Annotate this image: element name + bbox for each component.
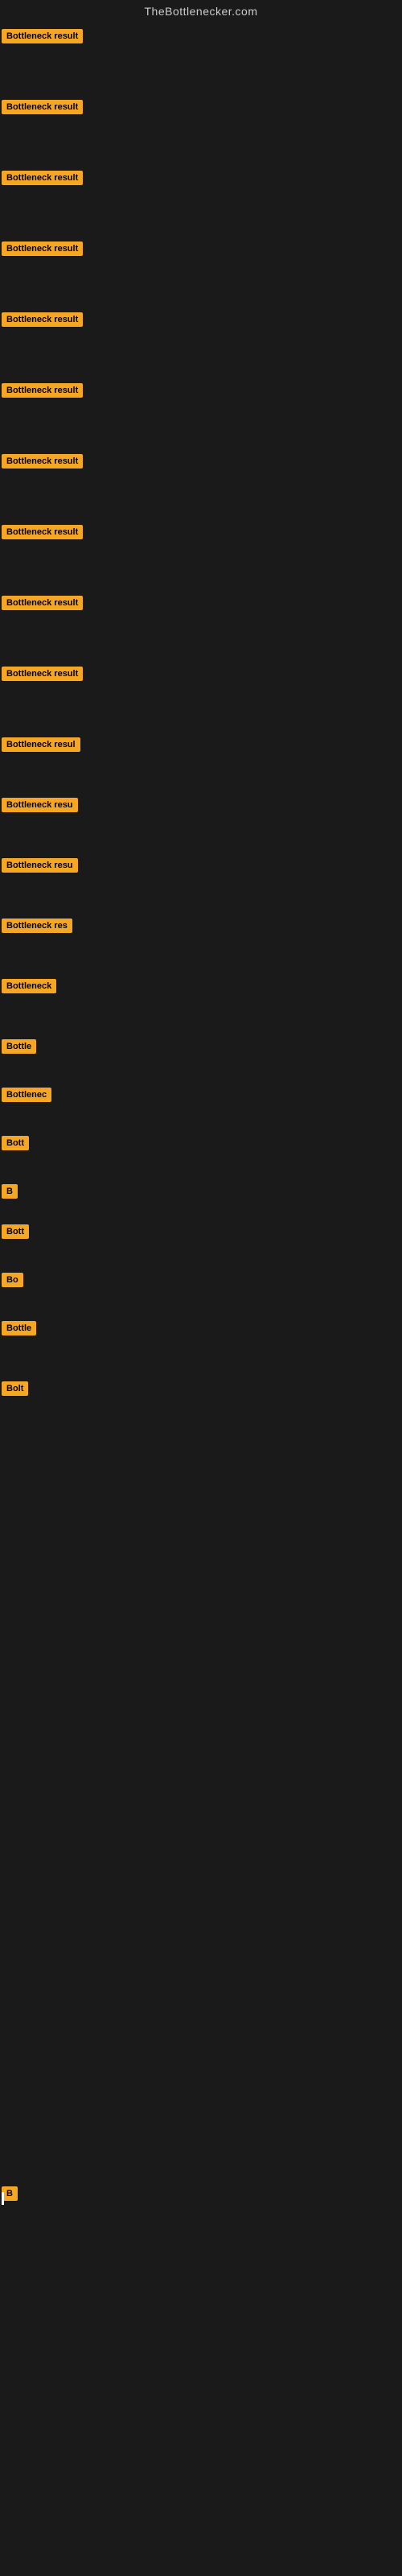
list-item: Bottle bbox=[0, 1313, 402, 1373]
list-item: Bottleneck bbox=[0, 971, 402, 1031]
bottleneck-badge[interactable]: Bottleneck resu bbox=[2, 858, 78, 873]
list-item: Bottleneck result bbox=[0, 517, 402, 588]
list-item: B bbox=[0, 2178, 402, 2219]
bottleneck-badge[interactable]: Bottleneck resu bbox=[2, 798, 78, 812]
list-item: Bott bbox=[0, 1216, 402, 1265]
list-item: Bottleneck result bbox=[0, 21, 402, 92]
bottleneck-badge[interactable]: Bottleneck result bbox=[2, 667, 83, 681]
list-item: Bottleneck result bbox=[0, 446, 402, 517]
bottleneck-badge[interactable]: Bottleneck bbox=[2, 979, 56, 993]
bottleneck-badge[interactable]: Bottleneck result bbox=[2, 29, 83, 43]
list-item bbox=[0, 1462, 402, 1591]
list-item: Bottleneck result bbox=[0, 588, 402, 658]
bottleneck-badge[interactable]: Bottleneck result bbox=[2, 525, 83, 539]
list-item: Bolt bbox=[0, 1373, 402, 1462]
list-item: Bott bbox=[0, 1128, 402, 1176]
bottleneck-badge[interactable]: Bottleneck res bbox=[2, 919, 72, 933]
bottleneck-badge[interactable]: Bolt bbox=[2, 1381, 28, 1396]
bottleneck-badge[interactable]: Bott bbox=[2, 1136, 29, 1150]
list-item: Bottleneck result bbox=[0, 92, 402, 163]
list-item: Bottleneck result bbox=[0, 304, 402, 375]
list-item bbox=[0, 1591, 402, 1719]
bottleneck-badge[interactable]: Bottle bbox=[2, 1321, 36, 1335]
list-item: Bottleneck result bbox=[0, 163, 402, 233]
list-item: Bottleneck res bbox=[0, 910, 402, 971]
list-item: Bottleneck resu bbox=[0, 790, 402, 850]
bottleneck-badge[interactable]: Bottle bbox=[2, 1039, 36, 1054]
page-wrapper: TheBottlenecker.com Bottleneck resultBot… bbox=[0, 0, 402, 2219]
list-item: Bottleneck result bbox=[0, 658, 402, 729]
bottleneck-badge[interactable]: Bottleneck result bbox=[2, 171, 83, 185]
list-item: B bbox=[0, 1176, 402, 1216]
bottleneck-badge[interactable]: Bottleneck result bbox=[2, 454, 83, 469]
list-item: Bottleneck resu bbox=[0, 850, 402, 910]
bottleneck-badge[interactable]: Bottleneck result bbox=[2, 242, 83, 256]
list-item: Bottleneck resul bbox=[0, 729, 402, 790]
bottleneck-badge[interactable]: Bottleneck result bbox=[2, 596, 83, 610]
list-item: Bottleneck result bbox=[0, 233, 402, 304]
list-item: Bottlenec bbox=[0, 1080, 402, 1128]
rows-container: Bottleneck result Bottleneck result Bottle… bbox=[0, 21, 402, 2219]
list-item bbox=[0, 1977, 402, 2178]
bottleneck-badge[interactable]: Bottleneck result bbox=[2, 312, 83, 327]
bottleneck-badge[interactable]: Bott bbox=[2, 1224, 29, 1239]
list-item bbox=[0, 1848, 402, 1977]
bottleneck-badge[interactable]: Bottleneck resul bbox=[2, 737, 80, 752]
list-item: Bo bbox=[0, 1265, 402, 1313]
list-item bbox=[0, 1719, 402, 1848]
list-item: Bottleneck result bbox=[0, 375, 402, 446]
bottleneck-badge[interactable]: Bo bbox=[2, 1273, 23, 1287]
list-item: Bottle bbox=[0, 1031, 402, 1080]
site-title: TheBottlenecker.com bbox=[0, 0, 402, 21]
bottleneck-badge[interactable]: Bottleneck result bbox=[2, 383, 83, 398]
cursor-indicator bbox=[2, 2192, 4, 2205]
bottleneck-badge[interactable]: Bottleneck result bbox=[2, 100, 83, 114]
bottleneck-badge[interactable]: B bbox=[2, 1184, 18, 1199]
bottleneck-badge[interactable]: Bottlenec bbox=[2, 1088, 51, 1102]
